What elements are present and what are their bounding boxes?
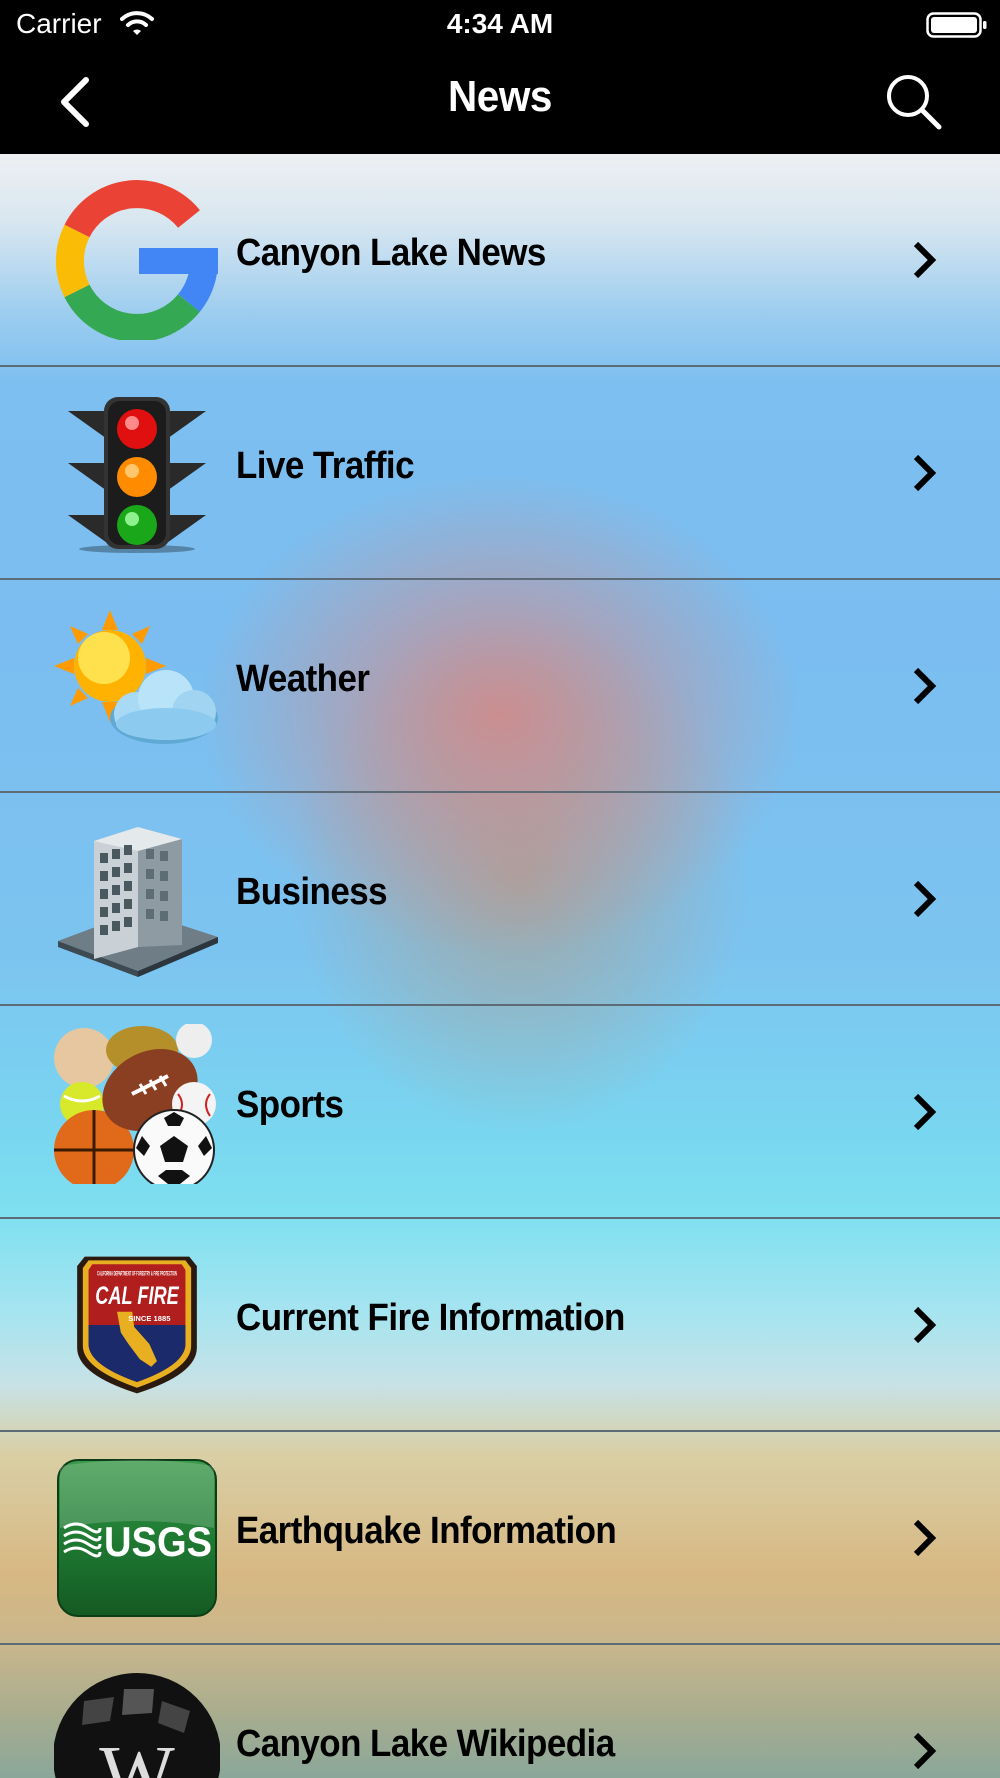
chevron-right-icon [913,667,937,705]
calfire-main-text: CAL FIRE [95,1283,180,1310]
chevron-right-icon [913,1732,937,1770]
chevron-right-icon [913,1519,937,1557]
menu-item-sports[interactable]: Sports [0,1006,1000,1219]
chevron-right-icon [913,880,937,918]
menu-item-weather[interactable]: Weather [0,580,1000,793]
menu-item-label: Sports [236,1084,344,1126]
search-button[interactable] [884,72,944,132]
chevron-right-icon [913,1093,937,1131]
battery-icon [926,12,988,43]
news-menu-list: Canyon Lake News Live Traffic Weather Bu… [0,154,1000,1778]
sports-balls-icon [54,1024,216,1184]
menu-item-label: Live Traffic [236,445,415,487]
usgs-logo-icon: USGS [57,1459,217,1617]
calfire-since-text: SINCE 1885 [128,1314,171,1323]
traffic-light-icon [68,397,206,553]
menu-item-label: Business [236,871,388,913]
svg-text:W: W [99,1731,175,1778]
menu-item-canyon-lake-wikipedia[interactable]: W Canyon Lake Wikipedia [0,1645,1000,1778]
google-logo-icon [55,180,218,340]
chevron-right-icon [913,1306,937,1344]
menu-item-label: Current Fire Information [236,1297,625,1339]
chevron-right-icon [913,241,937,279]
menu-item-current-fire-information[interactable]: CALIFORNIA DEPARTMENT OF FORESTRY & FIRE… [0,1219,1000,1432]
chevron-right-icon [913,454,937,492]
cal-fire-badge-icon: CALIFORNIA DEPARTMENT OF FORESTRY & FIRE… [77,1256,197,1394]
page-title: News [448,72,552,121]
usgs-text: USGS [104,1518,212,1565]
clock: 4:34 AM [446,8,554,39]
calfire-top-text: CALIFORNIA DEPARTMENT OF FORESTRY & FIRE… [97,1271,177,1278]
menu-item-label: Earthquake Information [236,1510,617,1552]
menu-item-canyon-lake-news[interactable]: Canyon Lake News [0,154,1000,367]
status-bar: Carrier 4:34 AM [0,0,1000,50]
menu-item-label: Canyon Lake Wikipedia [236,1723,615,1765]
menu-item-label: Canyon Lake News [236,232,546,274]
search-icon [887,75,942,130]
menu-item-label: Weather [236,658,370,700]
navigation-bar: News [0,50,1000,154]
sun-cloud-icon [54,610,218,744]
menu-item-earthquake-information[interactable]: USGS Earthquake Information [0,1432,1000,1645]
menu-item-live-traffic[interactable]: Live Traffic [0,367,1000,580]
menu-item-business[interactable]: Business [0,793,1000,1006]
wikipedia-globe-icon: W [54,1673,220,1778]
office-building-icon [58,827,218,977]
